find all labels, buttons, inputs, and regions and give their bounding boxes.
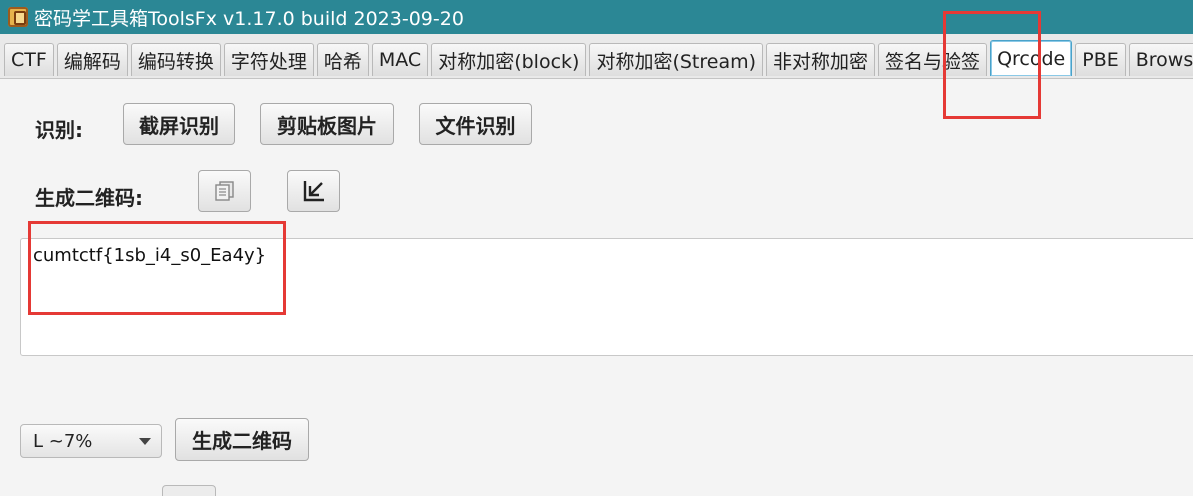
- tab-string-process[interactable]: 字符处理: [223, 43, 314, 76]
- chevron-down-icon: [139, 438, 151, 445]
- window-title: 密码学工具箱ToolsFx v1.17.0 build 2023-09-20: [34, 7, 464, 30]
- partial-control: [162, 485, 216, 496]
- tab-encoding-convert[interactable]: 编码转换: [130, 43, 221, 76]
- tab-symmetric-stream[interactable]: 对称加密(Stream): [589, 43, 764, 76]
- app-icon: [8, 7, 28, 27]
- tab-browser[interactable]: Browser: [1128, 43, 1193, 76]
- error-correction-value: L ~7%: [33, 430, 93, 452]
- tab-pbe[interactable]: PBE: [1075, 43, 1126, 76]
- tab-asymmetric[interactable]: 非对称加密: [766, 43, 876, 76]
- generate-qrcode-button[interactable]: 生成二维码: [175, 418, 309, 461]
- screenshot-recognize-button[interactable]: 截屏识别: [123, 103, 235, 145]
- clipboard-image-button[interactable]: 剪贴板图片: [260, 103, 394, 145]
- flag-text-highlight: [28, 221, 286, 315]
- tab-mac[interactable]: MAC: [371, 43, 429, 76]
- error-correction-select[interactable]: L ~7%: [20, 424, 162, 458]
- import-button[interactable]: [287, 170, 340, 212]
- tab-ctf[interactable]: CTF: [4, 43, 54, 76]
- tab-hash[interactable]: 哈希: [316, 43, 369, 76]
- copy-icon: [214, 181, 234, 201]
- qrcode-tab-highlight: [943, 11, 1041, 119]
- file-recognize-button[interactable]: 文件识别: [419, 103, 532, 145]
- tab-codec[interactable]: 编解码: [56, 43, 128, 76]
- generate-qrcode-label: 生成二维码:: [35, 186, 143, 210]
- copy-button[interactable]: [198, 170, 251, 212]
- tab-symmetric-block[interactable]: 对称加密(block): [431, 43, 587, 76]
- import-arrow-icon: [303, 181, 324, 202]
- recognize-label: 识别:: [35, 118, 83, 142]
